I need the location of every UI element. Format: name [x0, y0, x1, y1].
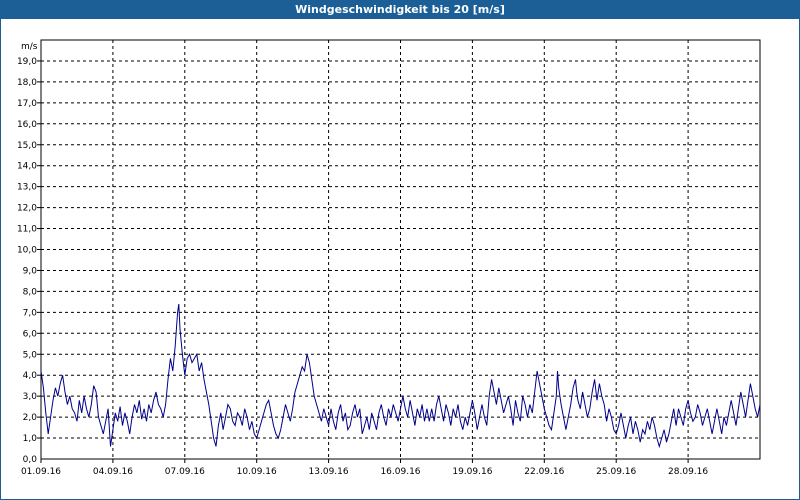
x-tick-label: 22.09.16: [524, 467, 564, 477]
x-tick-label: 28.09.16: [668, 467, 708, 477]
y-tick-label: 7,0: [23, 308, 38, 318]
y-tick-label: 5,0: [23, 350, 38, 360]
y-tick-label: 0,0: [23, 455, 38, 465]
axes: [37, 39, 761, 463]
y-tick-label: 16,0: [17, 120, 37, 130]
y-axis-labels: 1,0 2,0 3,0 4,0 5,0 6,0 7,0 8,0 9,0 10,0 11,0 12,0 1…: [17, 57, 37, 465]
y-tick-label: 8,0: [23, 287, 38, 297]
x-tick-label: 04.09.16: [93, 467, 133, 477]
y-tick-label: 10,0: [17, 246, 37, 256]
y-tick-label: 15,0: [17, 141, 37, 151]
y-tick-label: 19,0: [17, 57, 37, 67]
x-tick-label: 16.09.16: [380, 467, 420, 477]
x-tick-label: 07.09.16: [165, 467, 205, 477]
y-tick-label: 11,0: [17, 225, 37, 235]
x-tick-label: 25.09.16: [596, 467, 636, 477]
x-tick-label: 19.09.16: [452, 467, 492, 477]
line-chart: 1,0 2,0 3,0 4,0 5,0 6,0 7,0 8,0 9,0 10,0 11,0 12,0 1…: [17, 39, 761, 477]
y-tick-label: 6,0: [23, 329, 38, 339]
grid: [41, 40, 760, 459]
y-tick-label: 14,0: [17, 162, 37, 172]
x-tick-label: 10.09.16: [237, 467, 277, 477]
y-tick-label: 12,0: [17, 204, 37, 214]
x-axis-labels: 01.09.16 04.09.16 07.09.16 10.09.16 13.09.16…: [21, 467, 708, 477]
y-tick-label: 1,0: [23, 434, 38, 444]
y-tick-label: 9,0: [23, 266, 38, 276]
y-tick-label: 3,0: [23, 392, 38, 402]
y-axis-unit: m/s: [21, 42, 38, 52]
y-tick-label: 4,0: [23, 371, 38, 381]
y-tick-label: 18,0: [17, 78, 37, 88]
y-tick-label: 2,0: [23, 413, 38, 423]
x-tick-label: 13.09.16: [309, 467, 349, 477]
y-tick-label: 13,0: [17, 183, 37, 193]
x-tick-label: 01.09.16: [21, 467, 61, 477]
y-tick-label: 17,0: [17, 99, 37, 109]
